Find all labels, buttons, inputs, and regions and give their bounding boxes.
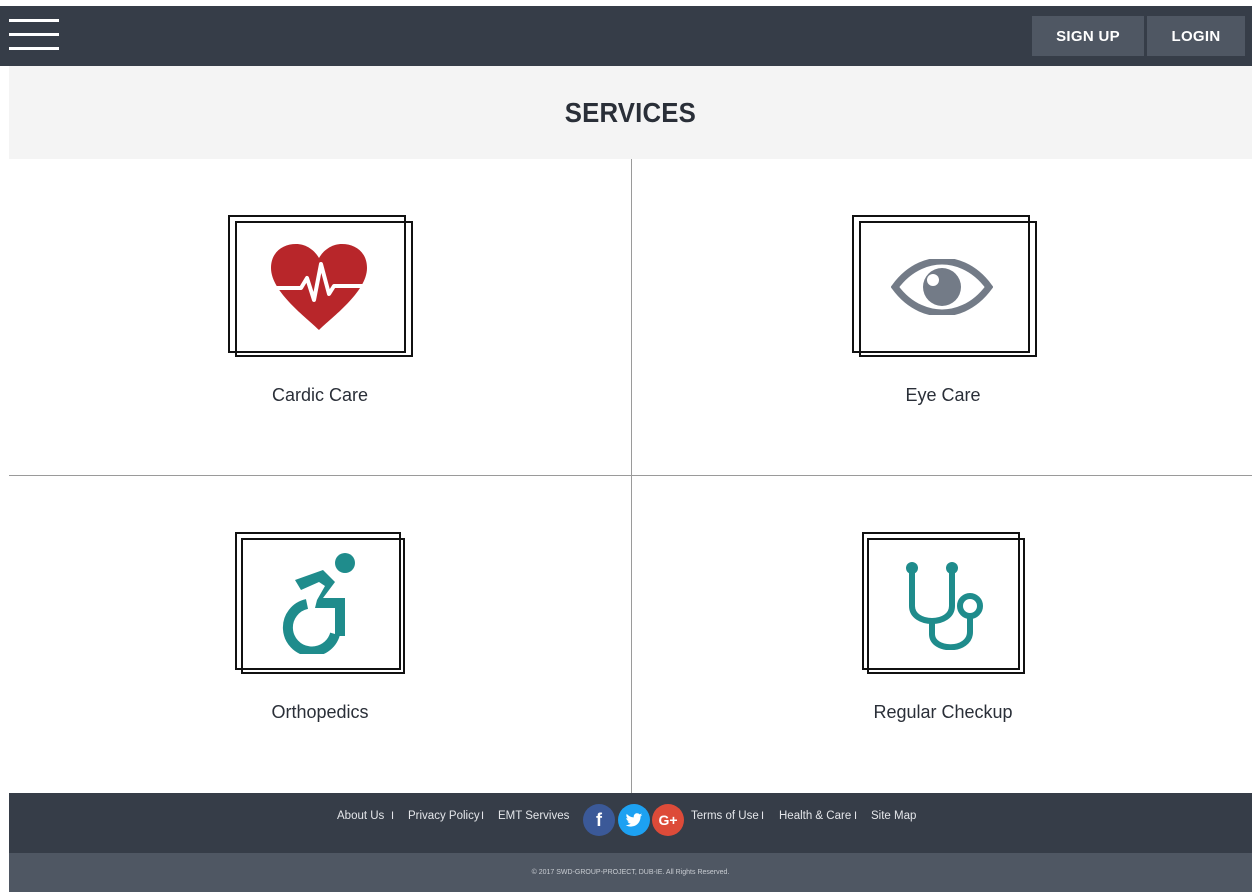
services-grid: Cardic Care Eye Care Orthopedics Regular… — [9, 159, 1252, 793]
top-navbar: SIGN UP LOGIN — [0, 0, 1252, 66]
footer-link-privacy-policy[interactable]: Privacy Policy — [408, 810, 480, 822]
footer-separator: I — [481, 810, 485, 822]
service-label: Cardic Care — [271, 385, 369, 405]
service-card-regular-checkup[interactable]: Regular Checkup — [632, 476, 1252, 792]
twitter-bird-icon — [625, 812, 643, 827]
footer-link-site-map[interactable]: Site Map — [871, 810, 916, 822]
footer-link-health-care[interactable]: Health & Care — [779, 810, 851, 822]
title-band: SERVICES — [9, 66, 1252, 159]
footer-link-about-us[interactable]: About Us — [337, 810, 384, 822]
footer: About Us I Privacy Policy I EMT Servives… — [9, 793, 1252, 853]
service-card-orthopedics[interactable]: Orthopedics — [9, 476, 631, 792]
accessible-wheelchair-icon — [282, 553, 355, 654]
footer-link-terms-of-use[interactable]: Terms of Use — [691, 810, 759, 822]
login-button[interactable]: LOGIN — [1147, 16, 1245, 56]
service-card-eye-care[interactable]: Eye Care — [632, 159, 1252, 475]
google-plus-glyph: G+ — [658, 812, 678, 828]
twitter-icon[interactable] — [618, 804, 650, 836]
subfooter: © 2017 SWD-GROUP-PROJECT, DUB-IE. All Ri… — [9, 853, 1252, 892]
service-label: Eye Care — [905, 385, 981, 405]
facebook-glyph: f — [596, 809, 602, 830]
service-card-cardic-care[interactable]: Cardic Care — [9, 159, 631, 475]
eye-icon — [891, 259, 993, 315]
footer-separator: I — [761, 810, 765, 822]
footer-separator: I — [391, 810, 395, 822]
service-label: Regular Checkup — [873, 702, 1013, 722]
copyright-text: © 2017 SWD-GROUP-PROJECT, DUB-IE. All Ri… — [531, 869, 730, 876]
signup-button[interactable]: SIGN UP — [1032, 16, 1144, 56]
facebook-icon[interactable]: f — [583, 804, 615, 836]
footer-link-emt-services[interactable]: EMT Servives — [498, 810, 569, 822]
footer-separator: I — [854, 810, 858, 822]
service-label: Orthopedics — [271, 702, 369, 722]
stethoscope-icon — [906, 562, 983, 650]
page-title: SERVICES — [564, 96, 697, 128]
hamburger-menu-icon[interactable] — [9, 16, 59, 52]
heartbeat-icon — [269, 244, 369, 330]
google-plus-icon[interactable]: G+ — [652, 804, 684, 836]
